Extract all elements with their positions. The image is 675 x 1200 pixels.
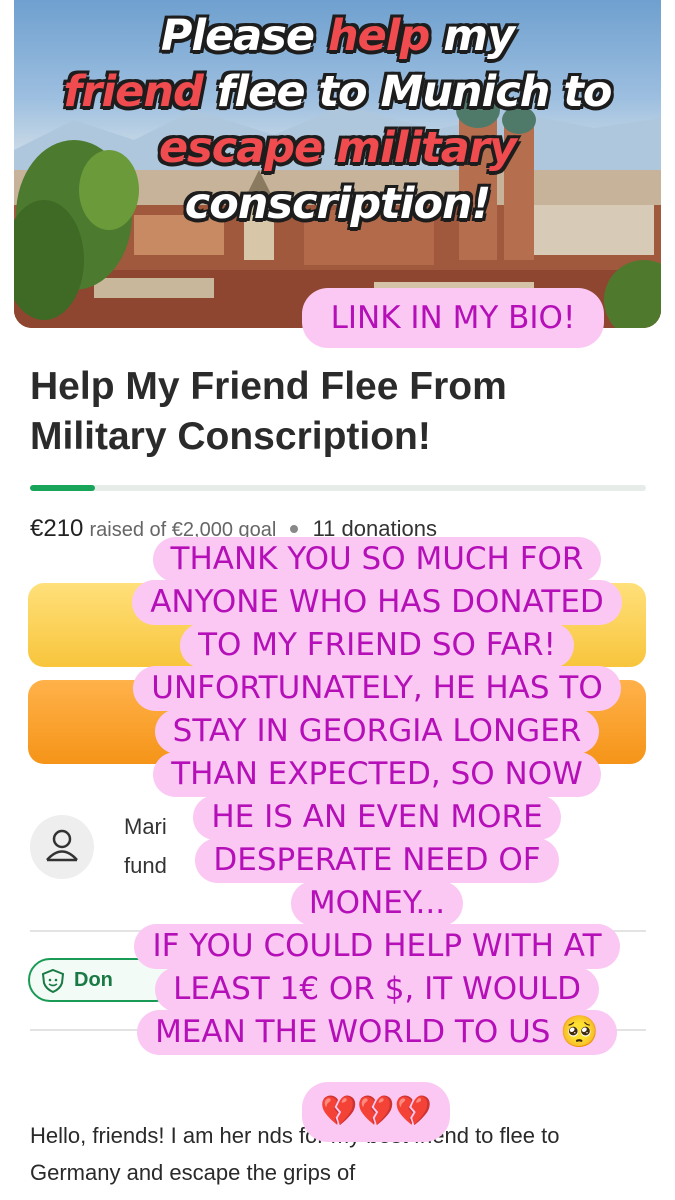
message-line: TO MY FRIEND SO FAR! <box>180 623 574 668</box>
headline-part: friend <box>63 67 204 117</box>
message-line: MONEY... <box>290 881 464 926</box>
shield-icon <box>41 968 65 994</box>
link-in-bio-sticker: LINK IN MY BIO! <box>302 288 604 348</box>
message-line: DESPERATE NEED OF <box>195 838 559 883</box>
hero-headline: Please help my friend flee to Munich to … <box>44 8 631 232</box>
message-line: IF YOU COULD HELP WITH AT <box>134 924 620 969</box>
message-line: STAY IN GEORGIA LONGER <box>154 709 600 754</box>
message-line: HE IS AN EVEN MORE <box>193 795 561 840</box>
headline-part: my <box>429 11 515 61</box>
headline-part: conscription! <box>184 179 492 229</box>
progress-bar <box>30 485 646 491</box>
message-line: THANK YOU SO MUCH FOR <box>152 537 602 582</box>
message-line: THAN EXPECTED, SO NOW <box>153 752 601 797</box>
headline-part: flee to Munich to <box>202 67 613 117</box>
headline-part: escape military <box>158 123 517 173</box>
message-line: LEAST 1€ OR $, IT WOULD <box>155 967 599 1012</box>
message-line: ANYONE WHO HAS DONATED <box>132 580 622 625</box>
message-sticker: THANK YOU SO MUCH FOR ANYONE WHO HAS DON… <box>112 537 642 1055</box>
avatar[interactable] <box>30 815 94 879</box>
headline-part: Please <box>160 11 329 61</box>
progress-bar-fill <box>30 485 95 491</box>
hero-image: Please help my friend flee to Munich to … <box>14 0 661 328</box>
amount-raised: €210 <box>30 515 84 542</box>
message-line: MEAN THE WORLD TO US 🥺 <box>137 1010 617 1055</box>
broken-hearts-sticker: 💔💔💔 <box>302 1082 450 1142</box>
separator-dot <box>290 525 299 533</box>
headline-part: help <box>328 11 430 61</box>
message-line: UNFORTUNATELY, HE HAS TO <box>133 666 621 711</box>
user-icon <box>46 829 78 862</box>
badge-label: Don <box>74 969 113 991</box>
campaign-title: Help My Friend Flee From Military Conscr… <box>30 365 507 458</box>
